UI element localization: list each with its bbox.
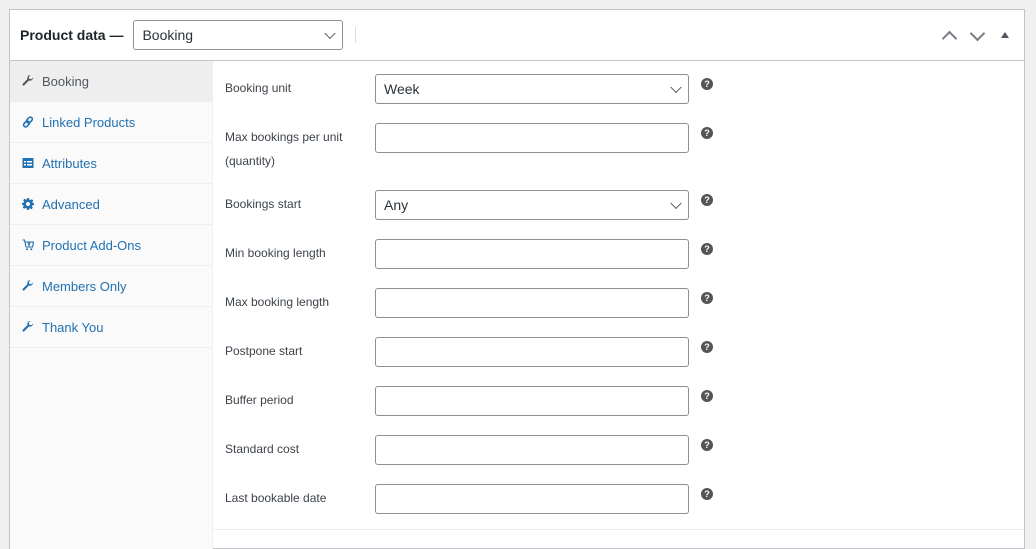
tab-label: Product Add-Ons bbox=[42, 237, 141, 253]
wrench-icon bbox=[21, 320, 35, 334]
field-label: Min booking length bbox=[225, 246, 326, 260]
help-tip-icon[interactable]: ? bbox=[701, 341, 713, 353]
help-tip-icon[interactable]: ? bbox=[701, 488, 713, 500]
select-value: Any bbox=[384, 197, 409, 213]
tab-product-add-ons[interactable]: Product Add-Ons bbox=[10, 225, 212, 266]
help-tip-icon[interactable]: ? bbox=[701, 127, 713, 139]
move-up-button[interactable] bbox=[940, 26, 958, 44]
product-type-value: Booking bbox=[142, 27, 194, 43]
help-tip-icon[interactable]: ? bbox=[701, 78, 713, 90]
tab-label: Advanced bbox=[42, 196, 100, 212]
select-value: Week bbox=[384, 81, 420, 97]
tab-label: Thank You bbox=[42, 319, 104, 335]
product-data-panel: Product data — Booking Booking Linked Pr… bbox=[9, 9, 1025, 549]
field-label: Postpone start bbox=[225, 344, 303, 358]
field-label: Last bookable date bbox=[225, 491, 327, 505]
field-label: Buffer period bbox=[225, 393, 294, 407]
product-type-select[interactable]: Booking bbox=[133, 20, 344, 50]
tab-linked-products[interactable]: Linked Products bbox=[10, 102, 212, 143]
field-postpone-start: Postpone start ? bbox=[213, 337, 1024, 386]
tab-label: Members Only bbox=[42, 278, 127, 294]
field-min-booking-length: Min booking length ? bbox=[213, 239, 1024, 288]
min-booking-length-input[interactable] bbox=[375, 239, 689, 269]
buffer-period-input[interactable] bbox=[375, 386, 689, 416]
list-view-icon bbox=[21, 156, 35, 170]
booking-unit-select[interactable]: Week bbox=[375, 74, 689, 104]
wrench-icon bbox=[21, 74, 35, 88]
last-bookable-date-input[interactable] bbox=[375, 484, 689, 514]
tab-members-only[interactable]: Members Only bbox=[10, 266, 212, 307]
product-data-tabs: Booking Linked Products Attributes Advan… bbox=[10, 61, 213, 549]
field-last-bookable-date: Last bookable date ? bbox=[213, 484, 1024, 533]
booking-options-panel: Booking unit Week ? Max bookings per uni… bbox=[213, 61, 1024, 549]
tab-label: Attributes bbox=[42, 155, 97, 171]
link-icon bbox=[21, 115, 35, 129]
toggle-panel-button[interactable] bbox=[996, 26, 1014, 44]
help-tip-icon[interactable]: ? bbox=[701, 439, 713, 451]
move-down-button[interactable] bbox=[968, 26, 986, 44]
postpone-start-input[interactable] bbox=[375, 337, 689, 367]
help-tip-icon[interactable]: ? bbox=[701, 194, 713, 206]
field-bookings-start: Bookings start Any ? bbox=[213, 190, 1024, 239]
tab-attributes[interactable]: Attributes bbox=[10, 143, 212, 184]
header-divider bbox=[355, 27, 357, 43]
chevron-down-icon bbox=[670, 197, 682, 210]
field-standard-cost: Standard cost ? bbox=[213, 435, 1024, 484]
tab-thank-you[interactable]: Thank You bbox=[10, 307, 212, 348]
panel-header: Product data — Booking bbox=[10, 10, 1024, 61]
panel-title: Product data — bbox=[20, 27, 124, 43]
tab-label: Booking bbox=[42, 73, 89, 89]
field-max-booking-length: Max booking length ? bbox=[213, 288, 1024, 337]
gear-icon bbox=[21, 197, 35, 211]
bookings-start-select[interactable]: Any bbox=[375, 190, 689, 220]
field-label: Max bookings per unit (quantity) bbox=[225, 130, 343, 168]
field-label: Standard cost bbox=[225, 442, 300, 456]
chevron-down-icon bbox=[324, 27, 337, 40]
tab-booking[interactable]: Booking bbox=[10, 61, 212, 102]
chevron-down-icon bbox=[670, 81, 682, 94]
tab-label: Linked Products bbox=[42, 114, 136, 130]
wrench-icon bbox=[21, 279, 35, 293]
max-booking-length-input[interactable] bbox=[375, 288, 689, 318]
field-buffer-period: Buffer period ? bbox=[213, 386, 1024, 435]
help-tip-icon[interactable]: ? bbox=[701, 243, 713, 255]
help-tip-icon[interactable]: ? bbox=[701, 390, 713, 402]
max-bookings-per-unit-input[interactable] bbox=[375, 123, 689, 153]
help-tip-icon[interactable]: ? bbox=[701, 292, 713, 304]
field-booking-unit: Booking unit Week ? bbox=[213, 74, 1024, 123]
cart-icon bbox=[21, 238, 35, 252]
field-max-bookings-per-unit: Max bookings per unit (quantity) ? bbox=[213, 123, 1024, 190]
tab-advanced[interactable]: Advanced bbox=[10, 184, 212, 225]
standard-cost-input[interactable] bbox=[375, 435, 689, 465]
field-label: Booking unit bbox=[225, 81, 292, 95]
field-label: Bookings start bbox=[225, 197, 302, 211]
field-label: Max booking length bbox=[225, 295, 330, 309]
